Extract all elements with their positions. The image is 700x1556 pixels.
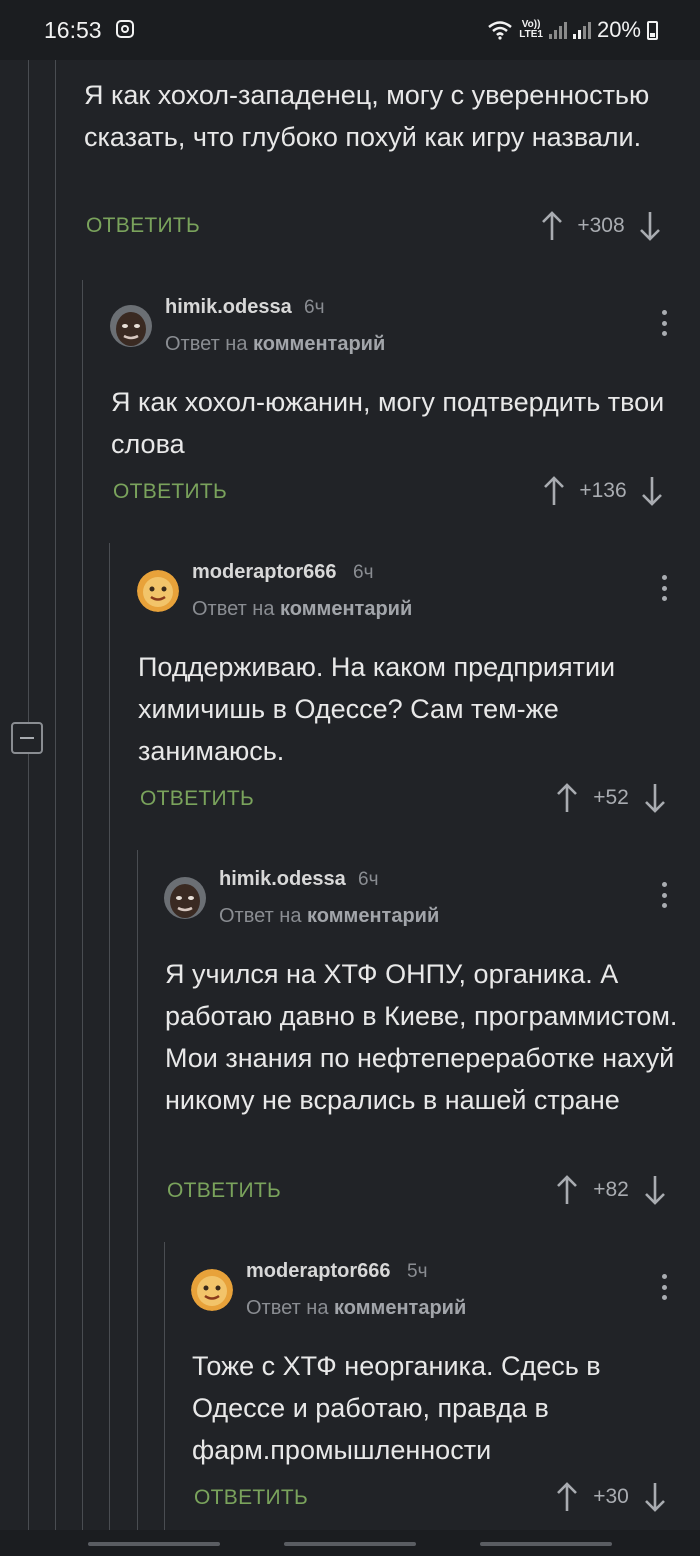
- reply-to-link[interactable]: Ответ на комментарий: [219, 905, 439, 928]
- more-options-icon[interactable]: [660, 310, 668, 336]
- upvote-icon[interactable]: [555, 1481, 579, 1513]
- username[interactable]: moderaptor666: [192, 561, 337, 584]
- vote-controls: +308: [540, 206, 662, 246]
- nav-home-button[interactable]: [284, 1542, 416, 1546]
- comment-text: Я как хохол-западенец, могу с уверенност…: [84, 80, 650, 152]
- vote-controls: +82: [555, 1170, 667, 1210]
- comment-time: 6ч: [304, 297, 325, 318]
- wifi-icon: [488, 21, 513, 40]
- nav-recent-button[interactable]: [88, 1542, 220, 1546]
- more-options-icon[interactable]: [660, 882, 668, 908]
- avatar[interactable]: [110, 305, 152, 347]
- more-options-icon[interactable]: [660, 1274, 668, 1300]
- comment-text: Я как хохол-южанин, могу подтвердить тво…: [111, 387, 665, 459]
- orange-smiley-avatar-icon: [137, 570, 179, 612]
- downvote-icon[interactable]: [638, 210, 662, 242]
- comment-score: +30: [593, 1485, 629, 1508]
- comment-text: Тоже с ХТФ неорганика. Сдесь в Одессе и …: [192, 1351, 601, 1465]
- vote-controls: +136: [542, 471, 664, 511]
- reply-button[interactable]: ОТВЕТИТЬ: [194, 1486, 308, 1510]
- thread-line: [164, 1242, 165, 1530]
- reply-to-link[interactable]: Ответ на комментарий: [246, 1297, 466, 1320]
- signal-icon: [548, 21, 567, 39]
- upvote-icon[interactable]: [540, 210, 564, 242]
- signal-icon-2: [572, 21, 591, 39]
- username[interactable]: himik.odessa: [165, 296, 292, 319]
- comment-time: 6ч: [358, 869, 379, 890]
- battery-percent: 20%: [596, 17, 641, 42]
- more-options-icon[interactable]: [660, 575, 668, 601]
- thread-line: [28, 60, 29, 1530]
- comment-score: +308: [577, 214, 625, 237]
- comment-time: 5ч: [407, 1261, 428, 1282]
- nav-back-button[interactable]: [480, 1542, 612, 1546]
- comment-score: +136: [579, 479, 627, 502]
- status-time: 16:53: [44, 17, 102, 43]
- downvote-icon[interactable]: [643, 1481, 667, 1513]
- vote-controls: +30: [555, 1477, 667, 1517]
- thread-line: [137, 850, 138, 1530]
- dark-face-avatar-icon: [110, 305, 152, 347]
- comment-score: +82: [593, 1178, 629, 1201]
- thread-line: [55, 60, 56, 1530]
- comment-score: +52: [593, 786, 629, 809]
- avatar[interactable]: [137, 570, 179, 612]
- collapse-thread-button[interactable]: [11, 722, 43, 754]
- comment-time: 6ч: [353, 562, 374, 583]
- username[interactable]: himik.odessa: [219, 868, 346, 891]
- reply-button[interactable]: ОТВЕТИТЬ: [113, 480, 227, 504]
- reply-to-link[interactable]: Ответ на комментарий: [165, 333, 385, 356]
- reply-button[interactable]: ОТВЕТИТЬ: [167, 1179, 281, 1203]
- upvote-icon[interactable]: [555, 782, 579, 814]
- thread-line: [109, 543, 110, 1530]
- upvote-icon[interactable]: [555, 1174, 579, 1206]
- downvote-icon[interactable]: [643, 782, 667, 814]
- status-bar: 16:53 Vo)) LTE1 20%: [0, 0, 700, 60]
- downvote-icon[interactable]: [643, 1174, 667, 1206]
- upvote-icon[interactable]: [542, 475, 566, 507]
- reply-button[interactable]: ОТВЕТИТЬ: [140, 787, 254, 811]
- avatar[interactable]: [191, 1269, 233, 1311]
- comment-text: Я учился на ХТФ ОНПУ, органика. А работа…: [165, 959, 678, 1115]
- username[interactable]: moderaptor666: [246, 1260, 391, 1283]
- volte-indicator: Vo)) LTE1: [519, 19, 543, 40]
- avatar[interactable]: [164, 877, 206, 919]
- orange-smiley-avatar-icon: [191, 1269, 233, 1311]
- comment-text: Поддерживаю. На каком предприятии химичи…: [138, 652, 616, 766]
- instagram-icon: [116, 20, 134, 38]
- battery-icon: [647, 20, 658, 40]
- downvote-icon[interactable]: [640, 475, 664, 507]
- reply-to-link[interactable]: Ответ на комментарий: [192, 598, 412, 621]
- thread-line: [82, 280, 83, 1530]
- vote-controls: +52: [555, 778, 667, 818]
- status-icons: Vo)) LTE1 20%: [487, 17, 658, 43]
- dark-face-avatar-icon: [164, 877, 206, 919]
- reply-button[interactable]: ОТВЕТИТЬ: [86, 214, 200, 238]
